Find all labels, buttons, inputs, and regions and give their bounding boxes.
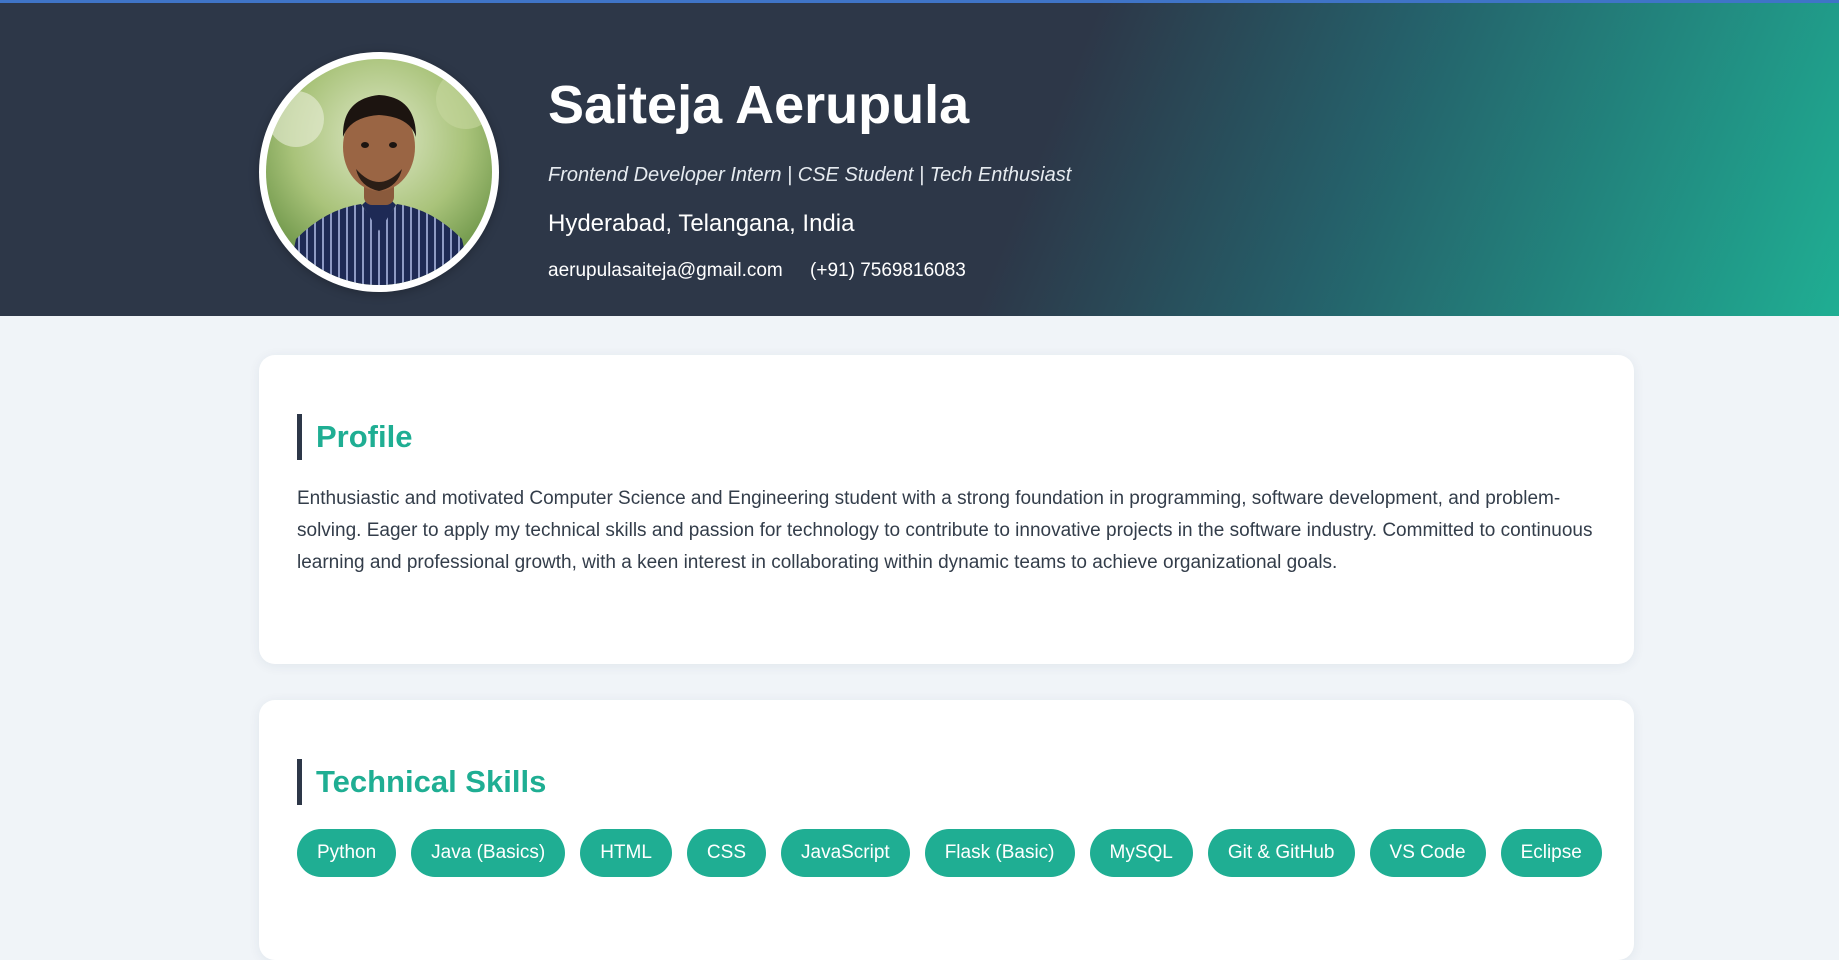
skill-badge: VS Code: [1369, 829, 1486, 877]
skill-badge: Python: [297, 829, 397, 877]
skill-badge: MySQL: [1089, 829, 1193, 877]
technical-skills-card: Technical Skills Python Java (Basics) HT…: [259, 700, 1634, 960]
candidate-location: Hyderabad, Telangana, India: [548, 210, 855, 237]
candidate-tagline: Frontend Developer Intern | CSE Student …: [548, 164, 1072, 186]
profile-heading: Profile: [297, 414, 412, 460]
profile-card: Profile Enthusiastic and motivated Compu…: [259, 355, 1634, 664]
profile-photo: [266, 59, 492, 285]
page-top-border: [0, 0, 1839, 3]
skill-badge: Java (Basics): [411, 829, 566, 877]
contact-info: aerupulasaiteja@gmail.com (+91) 75698160…: [548, 258, 966, 284]
candidate-name: Saiteja Aerupula: [548, 75, 970, 135]
phone-link[interactable]: (+91) 7569816083: [810, 260, 966, 281]
resume-header: Saiteja Aerupula Frontend Developer Inte…: [0, 0, 1839, 316]
skill-badge: Flask (Basic): [924, 829, 1075, 877]
skills-list: Python Java (Basics) HTML CSS JavaScript…: [297, 829, 1627, 877]
skill-badge: Eclipse: [1500, 829, 1602, 877]
skill-badge: HTML: [580, 829, 672, 877]
technical-skills-heading: Technical Skills: [297, 759, 546, 805]
avatar: [259, 52, 499, 292]
skill-badge: JavaScript: [781, 829, 910, 877]
skill-badge: CSS: [686, 829, 766, 877]
email-link[interactable]: aerupulasaiteja@gmail.com: [548, 260, 783, 281]
skill-badge: Git & GitHub: [1207, 829, 1355, 877]
profile-summary: Enthusiastic and motivated Computer Scie…: [297, 488, 1593, 573]
